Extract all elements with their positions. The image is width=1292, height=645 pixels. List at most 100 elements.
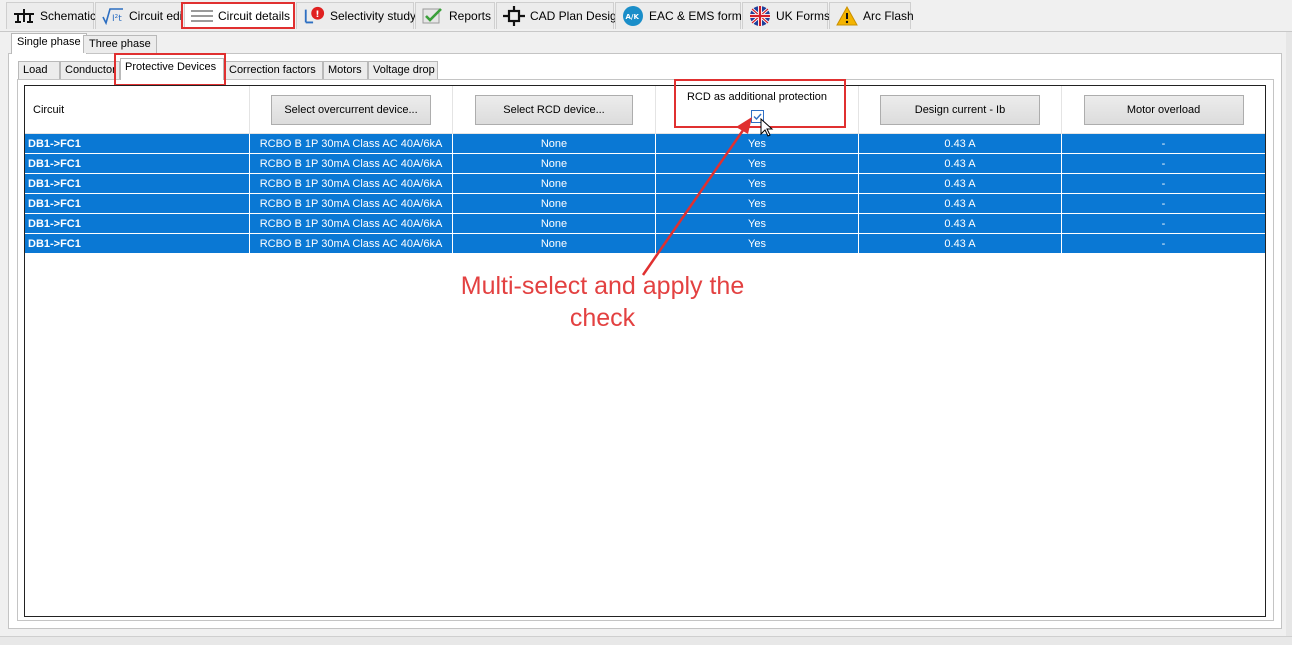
tab-label: Motors xyxy=(328,64,362,76)
tab-arc-flash[interactable]: Arc Flash xyxy=(829,2,914,29)
tab-circuit-details[interactable]: Circuit details xyxy=(184,2,294,29)
annotation-text: Multi-select and apply the check xyxy=(420,270,785,334)
select-rcd-device-button[interactable]: Select RCD device... xyxy=(475,95,633,125)
protective-devices-grid: Circuit Select overcurrent device... Sel… xyxy=(24,85,1266,617)
cell-rcd-additional: Yes xyxy=(656,154,859,173)
cell-overcurrent: RCBO B 1P 30mA Class AC 40A/6kA xyxy=(250,174,453,193)
cell-overcurrent: RCBO B 1P 30mA Class AC 40A/6kA xyxy=(250,154,453,173)
tab-label: Circuit details xyxy=(218,9,291,23)
tab-label: Protective Devices xyxy=(125,61,217,73)
tab-schematic[interactable]: Schematic xyxy=(6,2,96,29)
tab-correction-factors[interactable]: Correction factors xyxy=(224,61,323,79)
cell-circuit: DB1->FC1 xyxy=(25,234,250,253)
cell-rcd: None xyxy=(453,174,656,193)
rcd-additional-label: RCD as additional protection xyxy=(686,91,828,103)
tab-protective-devices[interactable]: Protective Devices xyxy=(120,58,224,80)
tab-conductor[interactable]: Conductor xyxy=(60,61,120,79)
tab-three-phase[interactable]: Three phase xyxy=(83,35,157,53)
header-design-current: Design current - Ib xyxy=(859,86,1062,134)
globe-icon: A/K xyxy=(622,6,644,26)
main-toolbar: Schematic I²t Circuit edit Circuit detai… xyxy=(0,0,1292,32)
tab-cad-plan-design[interactable]: CAD Plan Design xyxy=(496,2,623,29)
tab-label: Conductor xyxy=(65,64,116,76)
tab-label: Correction factors xyxy=(229,64,316,76)
motor-overload-button[interactable]: Motor overload xyxy=(1083,95,1244,125)
tab-label: Single phase xyxy=(17,36,81,48)
cell-rcd: None xyxy=(453,154,656,173)
status-strip xyxy=(0,636,1292,645)
tab-label: Load xyxy=(23,64,48,76)
cell-rcd: None xyxy=(453,134,656,153)
tab-motors[interactable]: Motors xyxy=(323,61,368,79)
cell-design-current: 0.43 A xyxy=(859,174,1062,193)
header-motor-overload: Motor overload xyxy=(1062,86,1265,134)
selectivity-icon: ! xyxy=(303,6,325,26)
tab-voltage-drop[interactable]: Voltage drop xyxy=(368,61,438,79)
tab-label: Voltage drop xyxy=(373,64,435,76)
svg-text:A/K: A/K xyxy=(626,13,640,21)
cell-circuit: DB1->FC1 xyxy=(25,214,250,233)
cell-rcd-additional: Yes xyxy=(656,194,859,213)
annotation-line-2: check xyxy=(569,304,636,332)
select-overcurrent-device-button[interactable]: Select overcurrent device... xyxy=(271,95,431,125)
cell-overcurrent: RCBO B 1P 30mA Class AC 40A/6kA xyxy=(250,134,453,153)
cell-motor-overload: - xyxy=(1161,137,1166,150)
tab-selectivity-study[interactable]: ! Selectivity study xyxy=(296,2,417,29)
annotation-line-1: Multi-select and apply the xyxy=(460,272,745,300)
header-circuit-label: Circuit xyxy=(33,104,65,116)
tab-label: Arc Flash xyxy=(863,9,914,23)
uk-flag-icon xyxy=(749,6,771,26)
cell-motor-overload: - xyxy=(1161,157,1166,170)
table-row[interactable]: DB1->FC1 RCBO B 1P 30mA Class AC 40A/6kA… xyxy=(25,234,1265,254)
grid-rows: DB1->FC1 RCBO B 1P 30mA Class AC 40A/6kA… xyxy=(25,134,1265,254)
cell-design-current: 0.43 A xyxy=(859,214,1062,233)
tab-label: EAC & EMS forms xyxy=(649,9,748,23)
cell-overcurrent: RCBO B 1P 30mA Class AC 40A/6kA xyxy=(250,194,453,213)
cell-motor-overload: - xyxy=(1161,177,1166,190)
check-report-icon xyxy=(422,6,444,26)
design-current-button[interactable]: Design current - Ib xyxy=(880,95,1040,125)
table-row[interactable]: DB1->FC1 RCBO B 1P 30mA Class AC 40A/6kA… xyxy=(25,154,1265,174)
header-rcd: Select RCD device... xyxy=(453,86,656,134)
schematic-icon xyxy=(13,6,35,26)
svg-text:!: ! xyxy=(315,9,319,20)
tab-label: Circuit edit xyxy=(129,9,181,23)
tab-eac-ems-forms[interactable]: A/K EAC & EMS forms xyxy=(615,2,748,29)
cell-rcd: None xyxy=(453,214,656,233)
mouse-cursor-icon xyxy=(760,118,774,137)
cell-rcd-additional: Yes xyxy=(656,214,859,233)
table-row[interactable]: DB1->FC1 RCBO B 1P 30mA Class AC 40A/6kA… xyxy=(25,214,1265,234)
header-rcd-additional: RCD as additional protection xyxy=(656,86,859,134)
cell-rcd: None xyxy=(453,194,656,213)
table-row[interactable]: DB1->FC1 RCBO B 1P 30mA Class AC 40A/6kA… xyxy=(25,194,1265,214)
tab-reports[interactable]: Reports xyxy=(415,2,495,29)
tab-single-phase[interactable]: Single phase xyxy=(11,33,87,54)
warning-icon xyxy=(836,6,858,26)
list-icon xyxy=(191,6,213,26)
tab-load[interactable]: Load xyxy=(18,61,60,79)
tab-label: UK Forms xyxy=(776,9,830,23)
table-row[interactable]: DB1->FC1 RCBO B 1P 30mA Class AC 40A/6kA… xyxy=(25,134,1265,154)
tab-label: Selectivity study xyxy=(330,9,417,23)
tab-uk-forms[interactable]: UK Forms xyxy=(742,2,830,29)
cell-motor-overload: - xyxy=(1161,197,1166,210)
cell-rcd: None xyxy=(453,234,656,253)
cell-rcd-additional: Yes xyxy=(656,234,859,253)
cell-rcd-additional: Yes xyxy=(656,174,859,193)
header-overcurrent: Select overcurrent device... xyxy=(250,86,453,134)
window-edge xyxy=(1286,32,1292,636)
tab-circuit-edit[interactable]: I²t Circuit edit xyxy=(95,2,183,29)
cell-overcurrent: RCBO B 1P 30mA Class AC 40A/6kA xyxy=(250,214,453,233)
crosshair-icon xyxy=(503,6,525,26)
cell-overcurrent: RCBO B 1P 30mA Class AC 40A/6kA xyxy=(250,234,453,253)
cell-circuit: DB1->FC1 xyxy=(25,154,250,173)
cell-design-current: 0.43 A xyxy=(859,234,1062,253)
header-circuit: Circuit xyxy=(25,86,250,134)
svg-text:I²t: I²t xyxy=(112,14,122,24)
cell-design-current: 0.43 A xyxy=(859,154,1062,173)
cell-circuit: DB1->FC1 xyxy=(25,174,250,193)
cell-design-current: 0.43 A xyxy=(859,194,1062,213)
grid-header: Circuit Select overcurrent device... Sel… xyxy=(25,86,1265,134)
tab-label: CAD Plan Design xyxy=(530,9,624,23)
table-row[interactable]: DB1->FC1 RCBO B 1P 30mA Class AC 40A/6kA… xyxy=(25,174,1265,194)
